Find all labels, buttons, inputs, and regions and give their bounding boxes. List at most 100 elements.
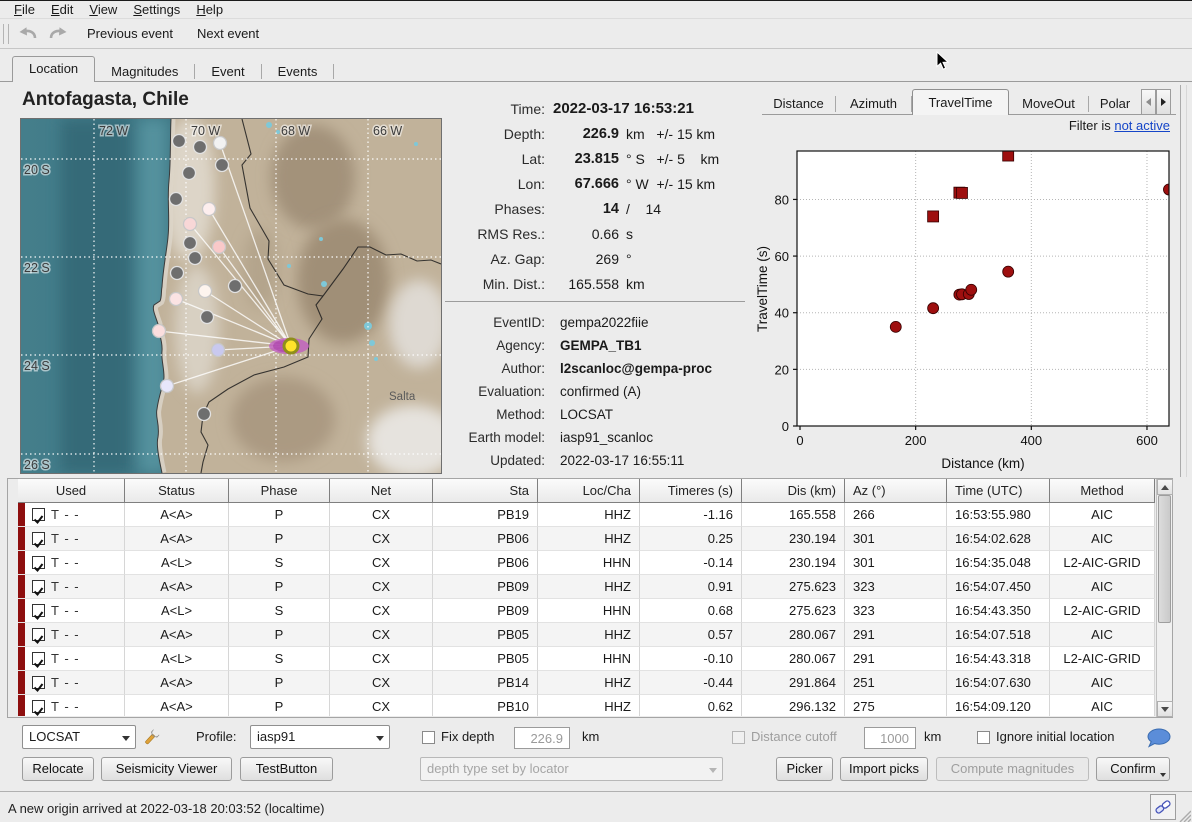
plot-tab-moveout[interactable]: MoveOut [1009, 93, 1088, 115]
check-icon [33, 514, 44, 525]
traveltime-plot[interactable]: 0200400600020406080Distance (km)TravelTi… [755, 139, 1192, 476]
cell-used: T - - [18, 527, 125, 551]
toolbar: Previous event Next event [0, 19, 1192, 49]
relocate-button[interactable]: Relocate [22, 757, 94, 781]
table-row[interactable]: T - -A<A>PCXPB09HHZ0.91275.62332316:54:0… [18, 575, 1155, 599]
tab-scroll-right-button[interactable] [1156, 89, 1171, 115]
station-marker [184, 218, 197, 231]
table-row[interactable]: T - -A<A>PCXPB10HHZ0.62296.13227516:54:0… [18, 695, 1155, 716]
toolbar-drag-handle[interactable] [3, 24, 9, 44]
tab-location[interactable]: Location [12, 56, 95, 82]
cell-method: AIC [1050, 671, 1155, 695]
used-checkbox[interactable] [32, 628, 45, 641]
column-header-status[interactable]: Status [125, 479, 229, 503]
cell-dis-km-: 230.194 [742, 527, 845, 551]
column-header-used[interactable]: Used [18, 479, 125, 503]
station-marker [216, 159, 229, 172]
column-header-net[interactable]: Net [330, 479, 433, 503]
panel-splitter[interactable] [1180, 85, 1181, 477]
import-picks-button[interactable]: Import picks [840, 757, 928, 781]
plot-tab-traveltime[interactable]: TravelTime [912, 89, 1009, 115]
menu-edit[interactable]: Edit [43, 1, 81, 19]
picker-button[interactable]: Picker [776, 757, 833, 781]
used-checkbox[interactable] [32, 604, 45, 617]
summary-unit: / 14 [619, 201, 661, 217]
plot-tab-azimuth[interactable]: Azimuth [836, 93, 911, 115]
redo-arrow-icon[interactable] [47, 25, 69, 43]
plot-tab-bar: DistanceAzimuthTravelTimeMoveOutPolar [762, 89, 1171, 115]
cell-status: A<L> [125, 551, 229, 575]
filter-link[interactable]: not active [1114, 118, 1170, 133]
menu-view[interactable]: View [81, 1, 125, 19]
ignore-initial-location-checkbox[interactable] [977, 731, 990, 744]
compute-magnitudes-button[interactable]: Compute magnitudes [936, 757, 1089, 781]
pick-flag [18, 671, 25, 695]
left-arrow-icon [1146, 98, 1151, 106]
cell-sta: PB19 [433, 503, 538, 527]
table-row[interactable]: T - -A<A>PCXPB06HHZ0.25230.19430116:54:0… [18, 527, 1155, 551]
column-header-timeres-s-[interactable]: Timeres (s) [640, 479, 742, 503]
used-checkbox[interactable] [32, 532, 45, 545]
distance-cutoff-label: Distance cutoff [751, 725, 837, 749]
profile-select[interactable]: iasp91 [250, 725, 390, 749]
distance-cutoff-input[interactable] [864, 727, 916, 749]
plot-tab-polar[interactable]: Polar [1089, 93, 1141, 115]
cell-net: CX [330, 527, 433, 551]
locator-select[interactable]: LOCSAT [22, 725, 136, 749]
scroll-down-button[interactable] [1157, 701, 1173, 717]
table-row[interactable]: T - -A<A>PCXPB05HHZ0.57280.06729116:54:0… [18, 623, 1155, 647]
test-button[interactable]: TestButton [240, 757, 333, 781]
distance-cutoff-checkbox[interactable] [732, 731, 745, 744]
scrollbar-thumb[interactable] [1158, 495, 1171, 623]
used-checkbox[interactable] [32, 676, 45, 689]
comment-bubble-icon[interactable] [1146, 727, 1172, 749]
tab-magnitudes[interactable]: Magnitudes [95, 61, 194, 82]
tab-scroll-left-button[interactable] [1141, 89, 1156, 115]
column-header-sta[interactable]: Sta [433, 479, 538, 503]
used-checkbox[interactable] [32, 556, 45, 569]
used-checkbox[interactable] [32, 508, 45, 521]
fix-depth-checkbox[interactable] [422, 731, 435, 744]
column-header-dis-km-[interactable]: Dis (km) [742, 479, 845, 503]
tab-events[interactable]: Events [262, 61, 334, 82]
scroll-up-button[interactable] [1157, 479, 1173, 495]
station-marker [198, 408, 211, 421]
map-grid-label: 20 S [24, 163, 50, 177]
used-checkbox[interactable] [32, 580, 45, 593]
table-row[interactable]: T - -A<L>SCXPB09HHN0.68275.62332316:54:4… [18, 599, 1155, 623]
menu-file[interactable]: File [6, 1, 43, 19]
cell-az-: 323 [845, 575, 947, 599]
used-checkbox[interactable] [32, 700, 45, 713]
column-header-phase[interactable]: Phase [229, 479, 330, 503]
table-row[interactable]: T - -A<L>SCXPB06HHN-0.14230.19430116:54:… [18, 551, 1155, 575]
table-row[interactable]: T - -A<A>PCXPB14HHZ-0.44291.86425116:54:… [18, 671, 1155, 695]
table-row[interactable]: T - -A<L>SCXPB05HHN-0.10280.06729116:54:… [18, 647, 1155, 671]
undo-arrow-icon[interactable] [17, 25, 39, 43]
column-header-az-[interactable]: Az (°) [845, 479, 947, 503]
resize-grip[interactable] [1177, 808, 1191, 822]
tab-event[interactable]: Event [195, 61, 260, 82]
column-header-method[interactable]: Method [1050, 479, 1155, 503]
table-row[interactable]: T - -A<A>PCXPB19HHZ-1.16165.55826616:53:… [18, 503, 1155, 527]
menu-help[interactable]: Help [188, 1, 231, 19]
seismicity-viewer-button[interactable]: Seismicity Viewer [101, 757, 232, 781]
next-event-button[interactable]: Next event [191, 24, 265, 43]
depth-input[interactable] [514, 727, 570, 749]
plot-tab-distance[interactable]: Distance [762, 93, 835, 115]
cell-loc-cha: HHZ [538, 671, 640, 695]
column-header-time-utc-[interactable]: Time (UTC) [947, 479, 1050, 503]
cell-method: L2-AIC-GRID [1050, 599, 1155, 623]
connection-status-button[interactable] [1150, 794, 1176, 820]
depth-type-select[interactable]: depth type set by locator [420, 757, 723, 781]
cell-used: T - - [18, 647, 125, 671]
table-scrollbar[interactable] [1156, 479, 1172, 717]
epicenter-marker [284, 339, 298, 353]
locator-settings-wrench-icon[interactable] [140, 727, 162, 749]
menu-settings[interactable]: Settings [125, 1, 188, 19]
origin-map[interactable]: 72 W70 W68 W66 W20 S22 S24 S26 SSalta [20, 118, 442, 474]
used-checkbox[interactable] [32, 652, 45, 665]
column-header-loc-cha[interactable]: Loc/Cha [538, 479, 640, 503]
previous-event-button[interactable]: Previous event [81, 24, 179, 43]
cell-timeres-s-: -1.16 [640, 503, 742, 527]
confirm-button[interactable]: Confirm [1096, 757, 1170, 781]
